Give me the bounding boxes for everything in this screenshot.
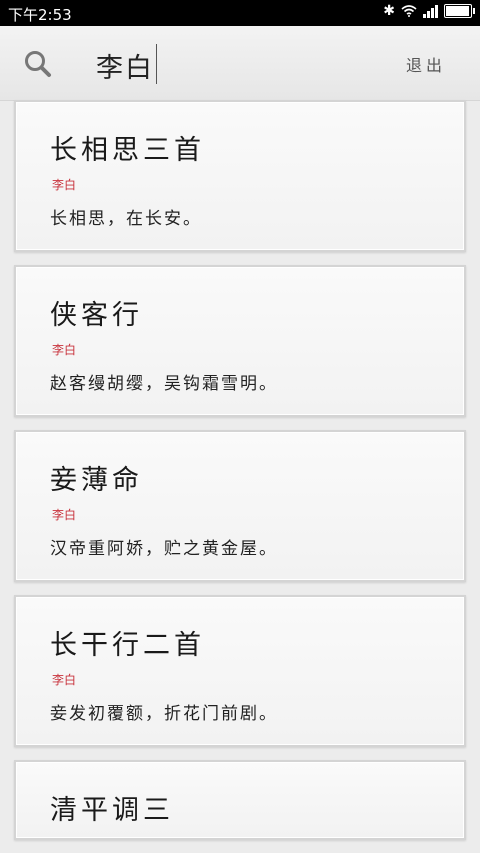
text-cursor (156, 44, 157, 84)
poem-title: 侠客行 (50, 300, 143, 331)
poem-title: 长相思三首 (50, 135, 205, 166)
poem-author: 李白 (52, 508, 77, 522)
status-time: 下午2:53 (8, 6, 72, 24)
bluetooth-icon: ✱ (383, 3, 395, 19)
signal-icon (423, 4, 438, 18)
results-list: 长相思三首 李白 长相思，在长安。 侠客行 李白 赵客缦胡缨，吴钩霜雪明。 妾薄… (14, 100, 466, 853)
poem-author: 李白 (52, 673, 77, 687)
wifi-icon (401, 5, 417, 17)
logout-button[interactable]: 退出 (406, 52, 446, 76)
search-input[interactable]: 李白 (96, 46, 154, 85)
poem-card[interactable]: 侠客行 李白 赵客缦胡缨，吴钩霜雪明。 (14, 265, 466, 417)
search-header: 李白 退出 (0, 26, 480, 101)
poem-author: 李白 (52, 343, 77, 357)
poem-first-line: 妾发初覆额，折花门前剧。 (50, 704, 278, 724)
poem-first-line: 长相思，在长安。 (50, 209, 202, 229)
poem-title: 清平调三 (50, 795, 174, 826)
poem-card[interactable]: 妾薄命 李白 汉帝重阿娇，贮之黄金屋。 (14, 430, 466, 582)
poem-card[interactable]: 长相思三首 李白 长相思，在长安。 (14, 100, 466, 252)
poem-author: 李白 (52, 178, 77, 192)
poem-title: 妾薄命 (50, 465, 143, 496)
poem-card[interactable]: 清平调三 (14, 760, 466, 840)
battery-icon (444, 4, 475, 18)
poem-first-line: 赵客缦胡缨，吴钩霜雪明。 (50, 374, 278, 394)
poem-title: 长干行二首 (50, 630, 205, 661)
status-icons: ✱ (383, 3, 475, 19)
poem-card[interactable]: 长干行二首 李白 妾发初覆额，折花门前剧。 (14, 595, 466, 747)
search-icon[interactable] (22, 48, 56, 82)
poem-first-line: 汉帝重阿娇，贮之黄金屋。 (50, 539, 278, 559)
status-bar: 下午2:53 ✱ (0, 0, 480, 26)
